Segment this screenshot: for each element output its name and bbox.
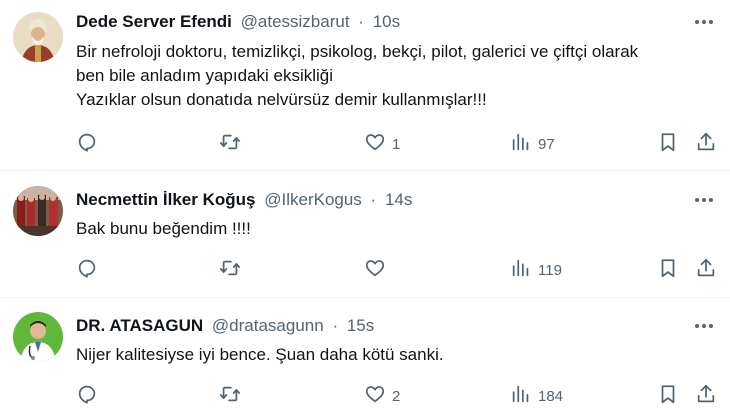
views-button[interactable]: 184 (510, 384, 563, 408)
tweet-header: DR. ATASAGUN @dratasagunn · 15s (76, 315, 374, 337)
avatar[interactable] (13, 186, 63, 236)
author-handle[interactable]: @IlkerKogus (264, 190, 362, 209)
like-count: 2 (392, 387, 401, 405)
bookmark-icon (657, 257, 679, 283)
like-count: 1 (392, 135, 401, 153)
views-button[interactable]: 97 (510, 132, 555, 156)
action-bar: 1 97 (0, 132, 730, 156)
bookmark-icon (657, 383, 679, 409)
views-count: 184 (538, 387, 564, 405)
tweet[interactable]: Necmettin İlker Koğuş @IlkerKogus · 14s … (0, 171, 730, 297)
more-icon[interactable] (692, 189, 716, 211)
tweet-text-line: Bak bunu beğendim !!!! (76, 219, 251, 238)
share-button[interactable] (695, 258, 717, 282)
reply-icon (76, 383, 98, 409)
avatar[interactable] (13, 12, 63, 62)
share-icon (695, 257, 717, 283)
repost-button[interactable] (219, 258, 247, 282)
tweet-text: Bak bunu beğendim !!!! (76, 217, 716, 241)
repost-button[interactable] (219, 384, 247, 408)
like-button[interactable]: 2 (364, 384, 400, 408)
tweet-header: Dede Server Efendi @atessizbarut · 10s (76, 11, 400, 33)
separator-dot: · (358, 12, 364, 31)
heart-icon (364, 383, 386, 409)
views-button[interactable]: 119 (510, 258, 562, 282)
views-icon (510, 131, 532, 157)
reply-button[interactable] (76, 384, 104, 408)
separator-dot: · (370, 190, 377, 209)
separator-dot: · (332, 316, 339, 335)
like-button[interactable]: 1 (364, 132, 400, 156)
avatar[interactable] (13, 312, 63, 362)
reply-icon (76, 257, 98, 283)
author-name[interactable]: Necmettin İlker Koğuş (76, 190, 256, 209)
author-handle[interactable]: @dratasagunn (212, 316, 324, 335)
bookmark-button[interactable] (657, 258, 679, 282)
reply-button[interactable] (76, 258, 104, 282)
repost-icon (219, 257, 241, 283)
tweet-text-line: Bir nefroloji doktoru, temizlikçi, psiko… (76, 42, 639, 61)
more-icon[interactable] (692, 11, 716, 33)
tweet-text-line: ben bile anladım yapıdaki eksikliği (76, 66, 334, 85)
tweet-text-line: Yazıklar olsun donatıda nelvürsüz demir … (76, 90, 487, 109)
share-icon (695, 383, 717, 409)
author-name[interactable]: Dede Server Efendi (76, 12, 232, 31)
share-button[interactable] (695, 132, 717, 156)
action-bar: 119 (0, 258, 730, 282)
bookmark-button[interactable] (657, 132, 679, 156)
views-icon (510, 383, 532, 409)
tweet-text: Bir nefroloji doktoru, temizlikçi, psiko… (76, 40, 716, 112)
tweet-header: Necmettin İlker Koğuş @IlkerKogus · 14s (76, 189, 412, 211)
views-count: 119 (538, 261, 562, 279)
tweet[interactable]: DR. ATASAGUN @dratasagunn · 15s Nijer ka… (0, 298, 730, 420)
repost-icon (219, 383, 241, 409)
reply-button[interactable] (76, 132, 104, 156)
tweet-text: Nijer kalitesiyse iyi bence. Şuan daha k… (76, 343, 716, 367)
more-icon[interactable] (692, 315, 716, 337)
repost-icon (219, 131, 241, 157)
timestamp[interactable]: 10s (373, 12, 400, 31)
timestamp[interactable]: 15s (347, 316, 374, 335)
author-handle[interactable]: @atessizbarut (241, 12, 350, 31)
author-name[interactable]: DR. ATASAGUN (76, 316, 203, 335)
heart-icon (364, 131, 386, 157)
share-button[interactable] (695, 384, 717, 408)
reply-icon (76, 131, 98, 157)
timestamp[interactable]: 14s (385, 190, 412, 209)
tweet[interactable]: Dede Server Efendi @atessizbarut · 10s B… (0, 0, 730, 170)
bookmark-icon (657, 131, 679, 157)
views-count: 97 (538, 135, 555, 153)
repost-button[interactable] (219, 132, 247, 156)
views-icon (510, 257, 532, 283)
tweet-text-line: Nijer kalitesiyse iyi bence. Şuan daha k… (76, 345, 444, 364)
like-button[interactable] (364, 258, 392, 282)
heart-icon (364, 257, 386, 283)
action-bar: 2 184 (0, 384, 730, 408)
share-icon (695, 131, 717, 157)
bookmark-button[interactable] (657, 384, 679, 408)
